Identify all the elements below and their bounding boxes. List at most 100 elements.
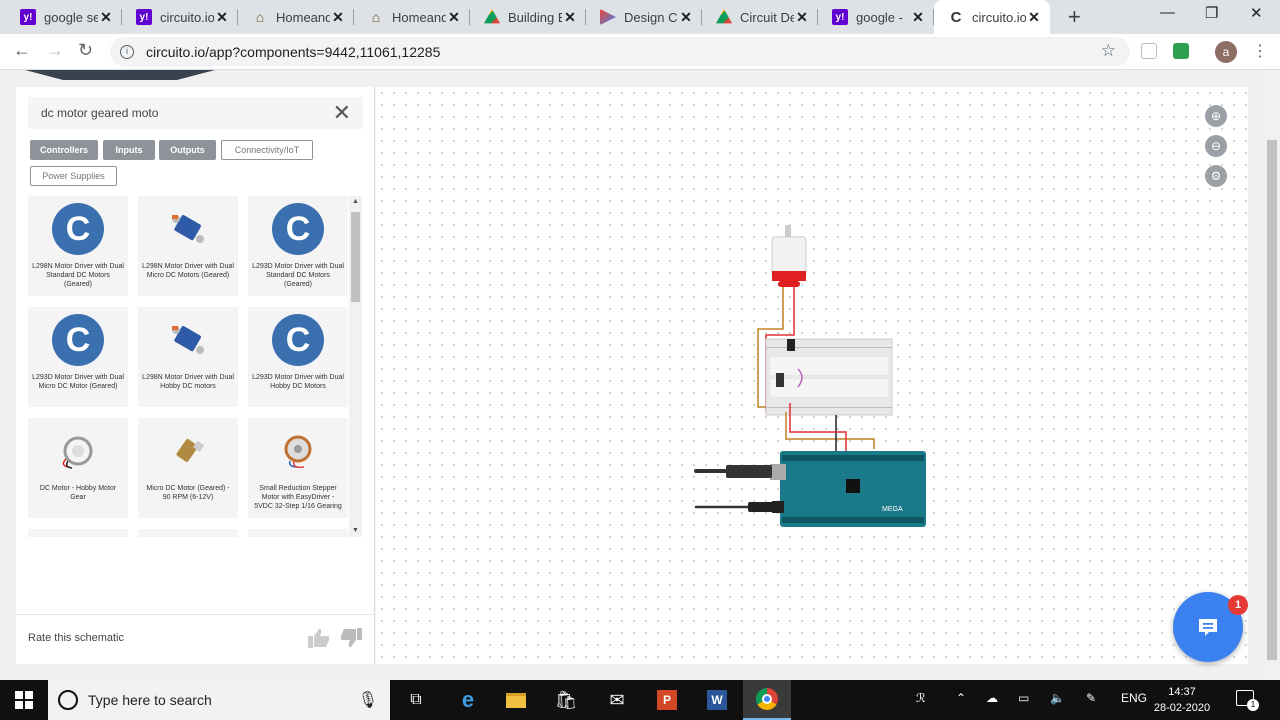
settings-gear-icon[interactable]: ⚙: [1205, 165, 1227, 187]
tab-close-icon[interactable]: ✕: [1026, 9, 1042, 26]
tab-title: google -: [856, 9, 903, 25]
zoom-out-icon[interactable]: ⊖: [1205, 135, 1227, 157]
circuit-diagram: MEGA: [694, 225, 926, 527]
component-card[interactable]: C L293D Motor Driver with Dual Standard D…: [248, 196, 348, 296]
component-card[interactable]: Micro DC Motor (Geared) - 90 RPM (6-12V): [138, 418, 238, 518]
filter-power-supplies[interactable]: Power Supplies: [30, 166, 117, 186]
battery-icon[interactable]: ▭: [1018, 691, 1029, 705]
back-button[interactable]: ←: [13, 40, 31, 61]
filter-outputs[interactable]: Outputs: [159, 140, 216, 160]
browser-tab[interactable]: y! circuito.io ✕: [122, 0, 238, 34]
component-card[interactable]: DC Motor - Hobby Motor Gear: [28, 418, 128, 518]
word-icon[interactable]: W: [693, 680, 741, 720]
bookmark-star-icon[interactable]: ☆: [1101, 41, 1116, 61]
mail-icon[interactable]: ✉: [593, 680, 641, 720]
google-drive-icon: [484, 9, 500, 24]
system-clock[interactable]: 14:37 28-02-2020: [1152, 684, 1212, 716]
task-view-icon[interactable]: ⧉: [392, 680, 440, 720]
thumbs-down-icon[interactable]: [340, 628, 362, 648]
scrollbar-thumb[interactable]: [351, 212, 360, 302]
tab-close-icon[interactable]: ✕: [794, 9, 810, 26]
window-close-button[interactable]: ✕: [1250, 4, 1263, 22]
component-card[interactable]: C L298N Motor Driver with Dual Standard D…: [28, 196, 128, 296]
page-scrollbar-thumb[interactable]: [1267, 140, 1277, 660]
circuito-icon: C: [950, 8, 962, 26]
component-card[interactable]: [28, 529, 128, 537]
tab-close-icon[interactable]: ✕: [446, 9, 462, 26]
chrome-icon[interactable]: [743, 680, 791, 720]
page-scrollbar[interactable]: [1264, 70, 1280, 680]
arduino-mega-board[interactable]: MEGA: [770, 451, 926, 527]
component-list-scrollbar[interactable]: ▲ ▼: [349, 196, 362, 537]
browser-tab[interactable]: Design Ci ✕: [586, 0, 702, 34]
browser-toolbar: ← → ↻ i circuito.io/app?components=9442,…: [0, 34, 1280, 70]
dc-motor-icon[interactable]: [771, 225, 807, 287]
browser-tab[interactable]: Building E ✕: [470, 0, 586, 34]
yahoo-icon: y!: [832, 9, 848, 25]
profile-avatar[interactable]: a: [1215, 41, 1237, 63]
forward-button[interactable]: →: [46, 40, 64, 61]
component-card[interactable]: C L293D Motor Driver with Dual Micro DC M…: [28, 307, 128, 407]
store-icon[interactable]: 🛍: [542, 680, 590, 720]
chat-button[interactable]: 1: [1173, 592, 1248, 662]
scroll-up-arrow-icon[interactable]: ▲: [349, 196, 362, 208]
circuito-logo-icon: C: [272, 202, 324, 256]
tab-close-icon[interactable]: ✕: [98, 9, 114, 26]
microphone-icon[interactable]: 🎙: [358, 690, 378, 710]
windows-start-icon[interactable]: [15, 691, 33, 709]
component-grid: C L298N Motor Driver with Dual Standard D…: [28, 196, 348, 537]
browser-tab[interactable]: Circuit De ✕: [702, 0, 818, 34]
tab-close-icon[interactable]: ✕: [678, 9, 694, 26]
filter-controllers[interactable]: Controllers: [30, 140, 98, 160]
file-explorer-icon[interactable]: [492, 680, 540, 720]
component-card[interactable]: L298N Motor Driver with Dual Hobby DC mo…: [138, 307, 238, 407]
browser-menu-icon[interactable]: ⋮: [1252, 41, 1268, 61]
thumbs-up-icon[interactable]: [308, 628, 330, 648]
circuito-app: dc motor geared moto ✕ Controllers Input…: [0, 70, 1280, 680]
component-search-input[interactable]: dc motor geared moto ✕: [28, 97, 363, 129]
volume-icon[interactable]: 🔈: [1050, 691, 1065, 705]
component-card-label: Micro DC Motor (Geared) - 90 RPM (6-12V): [146, 485, 230, 501]
action-center-icon[interactable]: 1: [1236, 690, 1259, 711]
tab-close-icon[interactable]: ✕: [214, 9, 230, 26]
new-tab-button[interactable]: +: [1068, 4, 1081, 30]
tab-close-icon[interactable]: ✕: [330, 9, 346, 26]
onedrive-icon[interactable]: ☁: [986, 691, 998, 705]
component-card[interactable]: C L293D Motor Driver with Dual Hobby DC M…: [248, 307, 348, 407]
component-card[interactable]: [138, 529, 238, 537]
restore-button[interactable]: ❐: [1205, 4, 1218, 22]
breadboard[interactable]: [765, 338, 893, 416]
browser-tab[interactable]: y! google se ✕: [6, 0, 122, 34]
edge-icon[interactable]: e: [444, 680, 492, 720]
tab-close-icon[interactable]: ✕: [910, 9, 926, 26]
powerpoint-icon[interactable]: P: [643, 680, 691, 720]
people-icon[interactable]: ℛ: [916, 691, 926, 705]
browser-tab-strip: y! google se ✕ y! circuito.io ✕ ⌂ Homeand ✕ ⌂ Home…: [0, 0, 1280, 34]
extension-sheet-icon[interactable]: [1173, 43, 1189, 59]
minimize-button[interactable]: —: [1160, 4, 1175, 21]
browser-tab[interactable]: ⌂ Homeand ✕: [238, 0, 354, 34]
filter-inputs[interactable]: Inputs: [103, 140, 155, 160]
notification-count: 1: [1247, 699, 1259, 711]
stepper-icon: [272, 424, 324, 478]
pen-icon[interactable]: ✎: [1086, 691, 1096, 705]
component-card[interactable]: [248, 529, 348, 537]
language-indicator[interactable]: ENG: [1121, 691, 1147, 705]
address-bar[interactable]: i circuito.io/app?components=9442,11061,…: [110, 37, 1130, 66]
schematic-canvas[interactable]: ⊕ ⊖ ⚙ MEGA: [376, 87, 1248, 664]
browser-tab[interactable]: Ccircuito.io ✕: [934, 0, 1050, 34]
reload-button[interactable]: ↻: [78, 40, 93, 61]
site-info-icon[interactable]: i: [120, 44, 134, 59]
browser-tab[interactable]: y! google - ✕: [818, 0, 934, 34]
browser-tab[interactable]: ⌂ Homeand ✕: [354, 0, 470, 34]
clear-search-icon[interactable]: ✕: [333, 100, 351, 126]
zoom-in-icon[interactable]: ⊕: [1205, 105, 1227, 127]
component-card[interactable]: Small Reduction Stepper Motor with EasyD…: [248, 418, 348, 518]
component-card[interactable]: L298N Motor Driver with Dual Micro DC Mo…: [138, 196, 238, 296]
filter-connectivity[interactable]: Connectivity/IoT: [221, 140, 313, 160]
taskbar-search-box[interactable]: Type here to search 🎙: [48, 680, 390, 720]
show-hidden-icons-chevron-icon[interactable]: ⌃: [956, 691, 966, 705]
scroll-down-arrow-icon[interactable]: ▼: [349, 525, 362, 537]
tab-close-icon[interactable]: ✕: [562, 9, 578, 26]
extension-reader-icon[interactable]: [1141, 43, 1157, 59]
